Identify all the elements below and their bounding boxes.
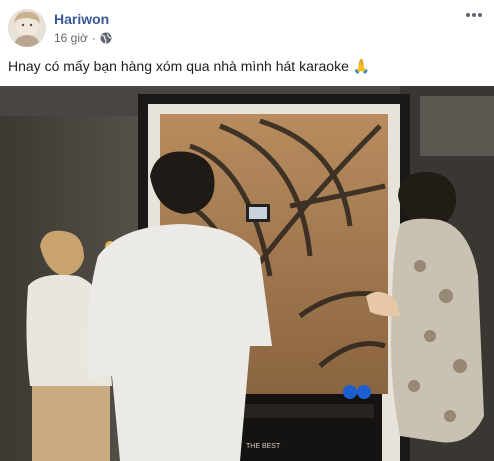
post-meta: 16 giờ · (54, 31, 112, 45)
more-horizontal-icon (466, 13, 482, 17)
author-name[interactable]: Hariwon (54, 11, 109, 27)
author-avatar[interactable] (8, 9, 46, 47)
globe-icon[interactable] (100, 32, 112, 44)
post-message-text: Hnay có mấy bạn hàng xóm qua nhà mình há… (8, 58, 349, 74)
post-photo[interactable]: THE BEST (0, 86, 494, 461)
photo-sign-text: THE BEST (246, 443, 281, 450)
post-timestamp[interactable]: 16 giờ (54, 31, 88, 45)
facebook-post: Hariwon 16 giờ · Hnay có mấy bạn hàng xó… (0, 0, 494, 461)
pray-emoji: 🙏 (352, 58, 371, 74)
meta-separator: · (91, 31, 96, 45)
post-message: Hnay có mấy bạn hàng xóm qua nhà mình há… (8, 58, 370, 75)
more-options-button[interactable] (464, 8, 484, 22)
